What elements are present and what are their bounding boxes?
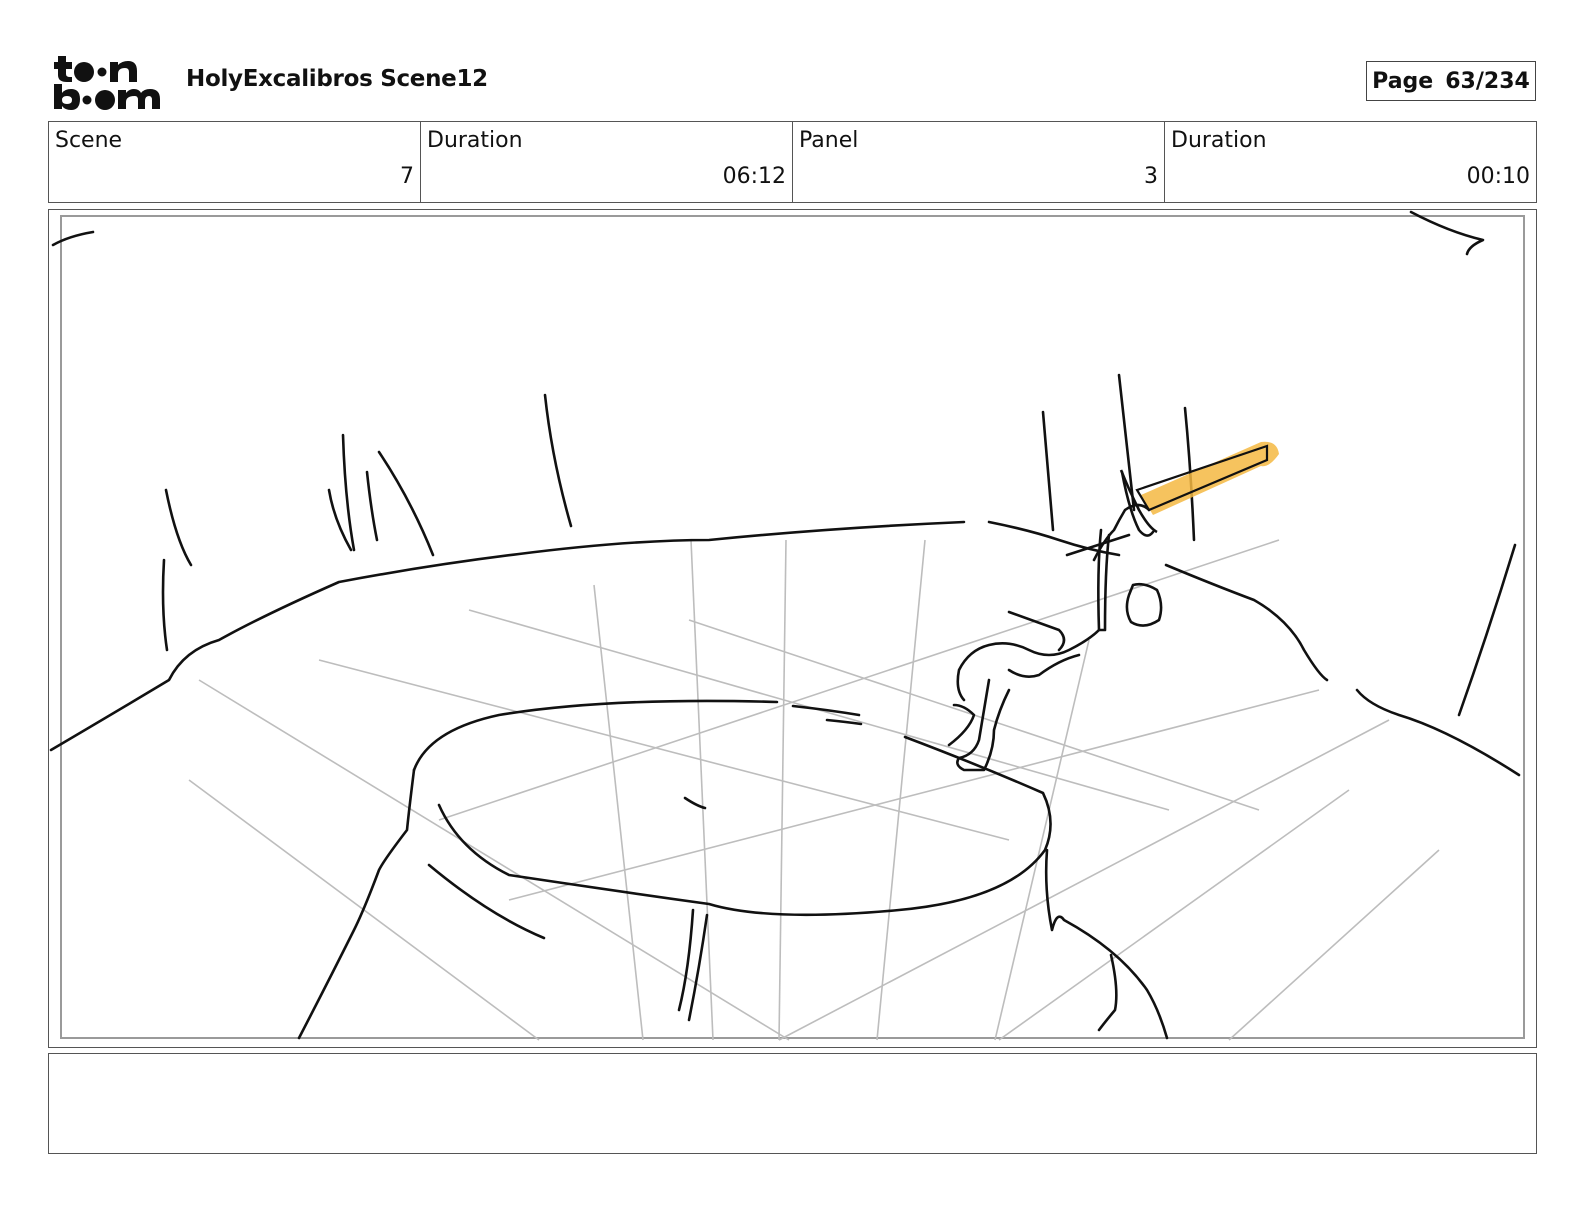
scene-duration-label: Duration <box>427 128 523 153</box>
panel-notes-box <box>48 1053 1537 1154</box>
scene-duration-value: 06:12 <box>722 164 786 189</box>
scene-info-table: Scene 7 Duration 06:12 Panel 3 Duration … <box>48 121 1537 203</box>
panel-duration-value: 00:10 <box>1466 164 1530 189</box>
scene-duration-cell: Duration 06:12 <box>421 122 793 202</box>
panel-value: 3 <box>1144 164 1158 189</box>
scene-value: 7 <box>400 164 414 189</box>
panel-cell: Panel 3 <box>793 122 1165 202</box>
scene-label: Scene <box>55 128 123 153</box>
panel-duration-label: Duration <box>1171 128 1267 153</box>
storyboard-panel <box>48 209 1537 1048</box>
page-indicator: Page 63/234 <box>1366 61 1536 101</box>
panel-sketch <box>49 210 1525 1041</box>
document-title: HolyExcalibros Scene12 <box>186 66 488 92</box>
sword-icon <box>1119 441 1279 534</box>
panel-label: Panel <box>799 128 859 153</box>
panel-duration-cell: Duration 00:10 <box>1165 122 1536 202</box>
scene-cell: Scene 7 <box>49 122 421 202</box>
page-label: Page <box>1372 68 1434 94</box>
toon-boom-logo-icon <box>54 56 160 110</box>
page-number: 63/234 <box>1445 68 1530 94</box>
perspective-guides <box>188 539 1440 1041</box>
